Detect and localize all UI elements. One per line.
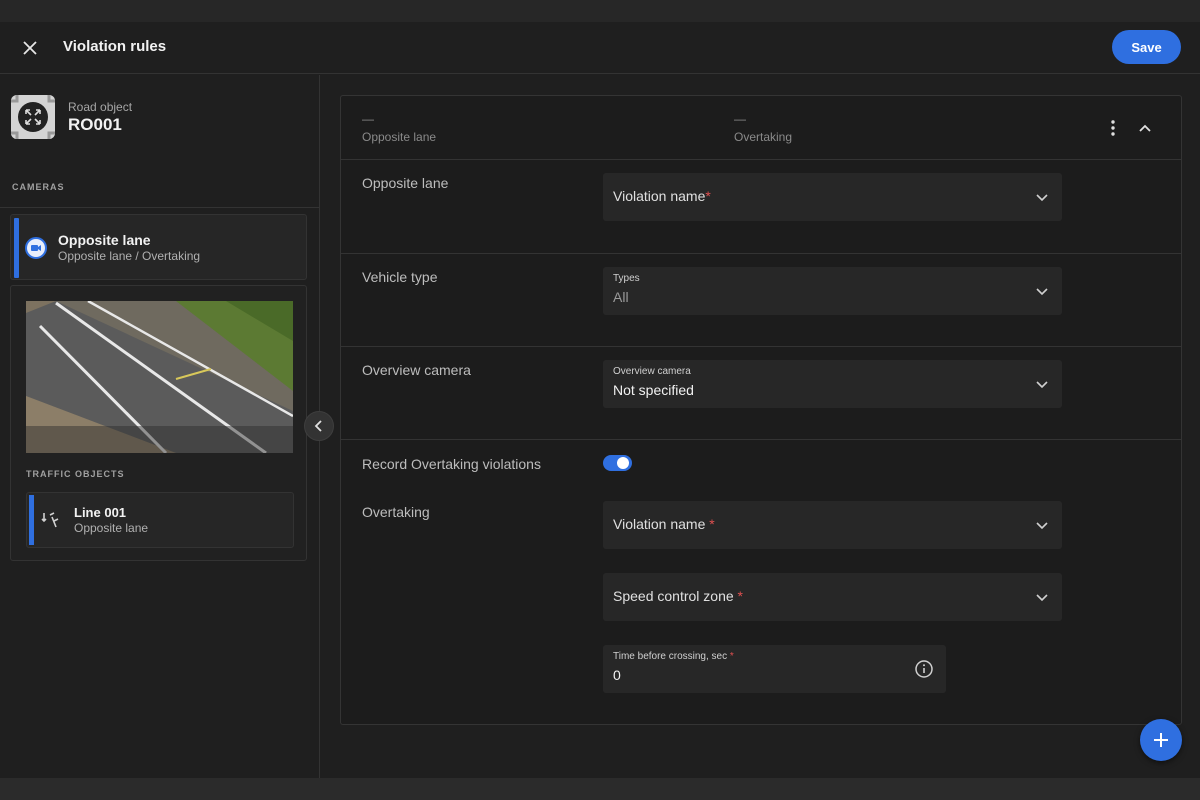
row-divider — [341, 346, 1181, 347]
time-before-crossing-input[interactable]: Time before crossing, sec * 0 — [603, 645, 946, 693]
violation-name-label: Violation name* — [613, 188, 711, 204]
summary-dash-1: — — [362, 112, 374, 126]
summary-violation: Overtaking — [734, 130, 793, 144]
traffic-objects-heading: TRAFFIC OBJECTS — [26, 469, 125, 479]
types-label: Types — [613, 273, 640, 284]
header: Violation rules Save — [0, 22, 1200, 74]
more-options-icon[interactable] — [1103, 118, 1123, 138]
close-icon[interactable] — [18, 36, 42, 60]
traffic-object-name: Line 001 — [74, 505, 127, 520]
chevron-down-icon — [1034, 189, 1050, 205]
chevron-down-icon — [1034, 376, 1050, 392]
summary-dash-2: — — [734, 112, 746, 126]
violation-name-label: Violation name * — [613, 516, 715, 532]
chevron-down-icon — [1034, 589, 1050, 605]
camera-icon — [25, 237, 47, 259]
overview-camera-row-label: Overview camera — [362, 362, 471, 378]
camera-preview-card: TRAFFIC OBJECTS Line 001 Opposite lane — [10, 285, 307, 561]
rule-card: — Opposite lane — Overtaking Opposite la… — [340, 95, 1182, 725]
chevron-down-icon — [1034, 517, 1050, 533]
sidebar: Road object RO001 CAMERAS Opposite lane … — [0, 75, 320, 778]
overtaking-violation-name-select[interactable]: Violation name * — [603, 501, 1062, 549]
row-divider — [341, 159, 1181, 160]
traffic-object-subtitle: Opposite lane — [74, 521, 149, 535]
sidebar-divider — [0, 207, 319, 208]
window-bottom-strip — [0, 778, 1200, 800]
row-divider — [341, 253, 1181, 254]
info-icon[interactable] — [914, 659, 934, 679]
road-object-icon — [11, 95, 55, 139]
add-rule-button[interactable] — [1140, 719, 1182, 761]
overview-camera-select[interactable]: Overview camera Not specified — [603, 360, 1062, 408]
cameras-heading: CAMERAS — [12, 182, 65, 192]
save-button[interactable]: Save — [1112, 30, 1181, 64]
road-object-id: RO001 — [68, 115, 122, 134]
speed-control-zone-label: Speed control zone * — [613, 588, 743, 604]
overview-camera-field-label: Overview camera — [613, 366, 691, 377]
record-overtaking-toggle[interactable] — [603, 455, 632, 471]
overview-camera-value: Not specified — [613, 382, 694, 398]
violation-rules-dialog: Violation rules Save Road object RO001 C… — [0, 22, 1200, 778]
vehicle-types-select[interactable]: Types All — [603, 267, 1062, 315]
road-object-label: Road object — [68, 100, 133, 114]
page-title: Violation rules — [63, 38, 167, 55]
selected-indicator — [14, 218, 19, 278]
summary-camera: Opposite lane — [362, 130, 437, 144]
line-icon — [40, 509, 62, 531]
selected-indicator — [29, 495, 34, 545]
traffic-object-line-001[interactable]: Line 001 Opposite lane — [26, 492, 294, 548]
camera-item-opposite-lane[interactable]: Opposite lane Opposite lane / Overtaking — [10, 214, 307, 280]
types-value: All — [613, 289, 629, 305]
chevron-down-icon — [1034, 283, 1050, 299]
camera-subtitle: Opposite lane / Overtaking — [58, 249, 201, 263]
camera-name: Opposite lane — [58, 232, 151, 248]
vehicle-type-row-label: Vehicle type — [362, 269, 438, 285]
camera-preview-image — [26, 301, 293, 453]
toggle-knob — [617, 457, 629, 469]
time-before-crossing-value: 0 — [613, 667, 621, 683]
overtaking-row-label: Overtaking — [362, 504, 430, 520]
time-before-crossing-label: Time before crossing, sec * — [613, 651, 734, 662]
row-divider — [341, 439, 1181, 440]
record-overtaking-label: Record Overtaking violations — [362, 456, 541, 472]
plus-icon — [1154, 733, 1168, 747]
opposite-lane-row-label: Opposite lane — [362, 175, 449, 191]
chevron-up-icon[interactable] — [1135, 118, 1155, 138]
collapse-sidebar-button[interactable] — [304, 411, 334, 441]
window-top-strip — [0, 0, 1200, 22]
violation-name-select[interactable]: Violation name* — [603, 173, 1062, 221]
speed-control-zone-select[interactable]: Speed control zone * — [603, 573, 1062, 621]
